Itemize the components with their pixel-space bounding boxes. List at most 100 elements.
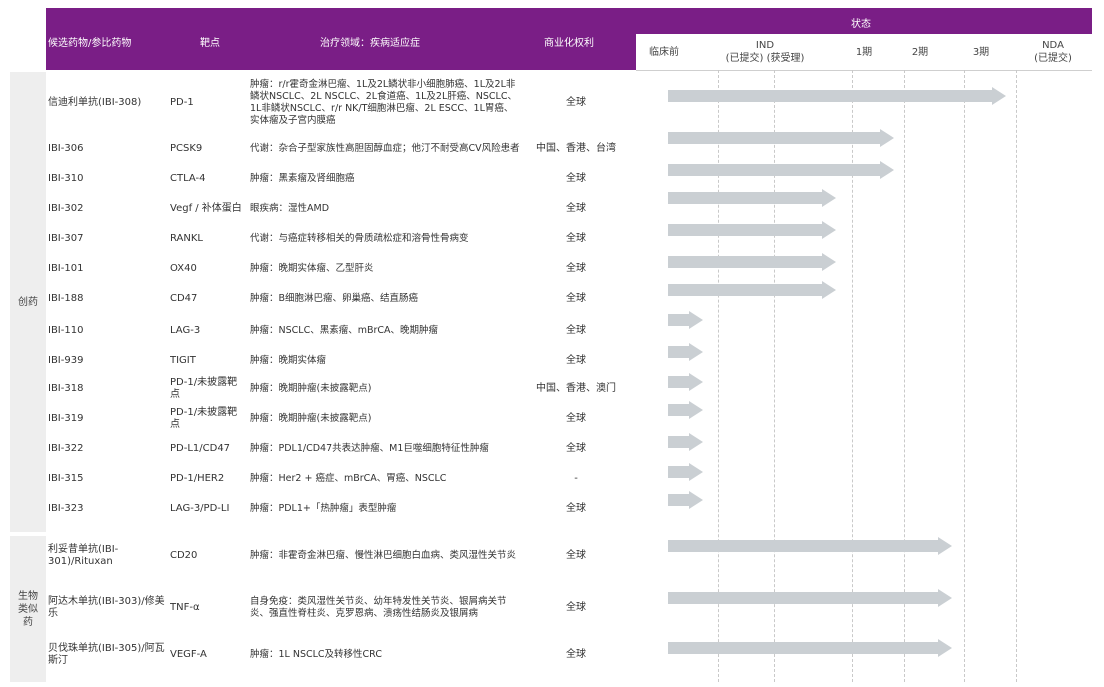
indication-text: 肿瘤：Her2 + 癌症、mBrCA、胃癌、NSCLC [250,473,447,484]
commercial-rights: 全球 [520,638,632,672]
indication: 眼疾病：湿性AMD [250,196,520,222]
drug-name-text: IBI-110 [48,325,84,336]
target-text: PD-1 [170,97,194,108]
drug-name-text: IBI-310 [48,173,84,184]
indication-text: 代谢：与癌症转移相关的骨质疏松症和溶骨性骨病变 [250,233,469,244]
indication-text: 肿瘤：晚期实体瘤、乙型肝炎 [250,263,374,274]
target-text: PD-1/未披露靶点 [170,377,238,400]
indication: 肿瘤：晚期肿瘤(未披露靶点) [250,376,520,402]
stage-label: 2期 [911,46,929,58]
stage-header: 1期 [840,34,888,70]
commercial-rights: 全球 [520,436,632,462]
commercial-rights-text: 全球 [566,325,586,336]
commercial-rights-text: 全球 [566,550,586,561]
drug-name-text: 利妥昔单抗(IBI-301)/Rituxan [48,544,119,567]
table-header-status: 状态 [636,8,1092,34]
header-target: 靶点 [200,38,220,49]
drug-name: IBI-306 [48,136,166,162]
group-label: 创药 [18,296,38,308]
indication-text: 肿瘤：非霍奇金淋巴瘤、慢性淋巴细胞白血病、类风湿性关节炎 [250,550,517,561]
target-text: PD-1/未披露靶点 [170,407,238,430]
target: CD47 [170,286,246,312]
stage-label: NDA [1042,40,1064,51]
drug-name-text: IBI-939 [48,355,84,366]
drug-name-text: IBI-322 [48,443,84,454]
commercial-rights-text: - [574,473,578,484]
drug-name: 贝伐珠单抗(IBI-305)/阿瓦斯汀 [48,638,166,672]
drug-name-text: 信迪利单抗(IBI-308) [48,97,142,108]
target: Vegf / 补体蛋白 [170,196,246,222]
commercial-rights-text: 全球 [566,263,586,274]
commercial-rights: 中国、香港、台湾 [520,136,632,162]
indication: 肿瘤：晚期实体瘤、乙型肝炎 [250,256,520,282]
drug-name: IBI-307 [48,226,166,252]
drug-name: 利妥昔单抗(IBI-301)/Rituxan [48,536,166,576]
stage-sublabel: (已提交) (获受理) [725,53,805,64]
indication-text: 肿瘤：黑素瘤及肾细胞癌 [250,173,355,184]
group-innovative: 创药 [10,72,46,532]
header-area: 治疗领域：疾病适应症 [320,38,420,49]
drug-name-text: 阿达木单抗(IBI-303)/修美乐 [48,596,165,619]
commercial-rights: 全球 [520,166,632,192]
drug-name: IBI-110 [48,318,166,344]
commercial-rights-text: 全球 [566,443,586,454]
commercial-rights: 全球 [520,256,632,282]
target: LAG-3 [170,318,246,344]
target-text: PD-1/HER2 [170,473,225,484]
target: PD-1/HER2 [170,466,246,492]
target: LAG-3/PD-LI [170,496,246,522]
indication-text: 肿瘤：晚期肿瘤(未披露靶点) [250,383,372,394]
indication-text: 肿瘤：B细胞淋巴瘤、卵巢癌、结直肠癌 [250,293,419,304]
drug-name: IBI-323 [48,496,166,522]
target: PD-L1/CD47 [170,436,246,462]
target-text: LAG-3/PD-LI [170,503,230,514]
target-text: LAG-3 [170,325,201,336]
target: TNF-α [170,586,246,630]
drug-name: IBI-939 [48,348,166,374]
target: VEGF-A [170,638,246,672]
commercial-rights: 全球 [520,496,632,522]
stage-divider [718,70,719,682]
indication-text: 自身免疫：类风湿性关节炎、幼年特发性关节炎、银屑病关节炎、强直性脊柱炎、克罗恩病… [250,596,507,619]
target-text: TIGIT [170,355,196,366]
drug-name-text: 贝伐珠单抗(IBI-305)/阿瓦斯汀 [48,643,165,666]
indication: 代谢：与癌症转移相关的骨质疏松症和溶骨性骨病变 [250,226,520,252]
commercial-rights-text: 中国、香港、台湾 [536,143,616,154]
commercial-rights-text: 全球 [566,413,586,424]
indication: 肿瘤：B细胞淋巴瘤、卵巢癌、结直肠癌 [250,286,520,312]
stage-label: IND [755,40,775,51]
indication-text: 肿瘤：晚期肿瘤(未披露靶点) [250,413,372,424]
stage-header: 2期 [890,34,950,70]
drug-name: IBI-315 [48,466,166,492]
target-text: Vegf / 补体蛋白 [170,203,242,214]
indication: 代谢：杂合子型家族性高胆固醇血症；他汀不耐受高CV风险患者 [250,136,520,162]
indication: 肿瘤：非霍奇金淋巴瘤、慢性淋巴细胞白血病、类风湿性关节炎 [250,536,520,576]
commercial-rights: 全球 [520,348,632,374]
drug-name: 阿达木单抗(IBI-303)/修美乐 [48,586,166,630]
stage-label: 临床前 [649,46,679,58]
target: PCSK9 [170,136,246,162]
stage-divider [904,70,905,682]
commercial-rights-text: 全球 [566,355,586,366]
target-text: CD47 [170,293,198,304]
commercial-rights: 全球 [520,196,632,222]
commercial-rights-text: 中国、香港、澳门 [536,383,616,394]
drug-name-text: IBI-318 [48,383,84,394]
target-text: VEGF-A [170,649,207,660]
indication: 肿瘤：Her2 + 癌症、mBrCA、胃癌、NSCLC [250,466,520,492]
commercial-rights-text: 全球 [566,97,586,108]
group-biosimilar: 生物类似药 [10,536,46,682]
drug-name: IBI-319 [48,406,166,432]
group-label: 生物类似药 [18,590,38,628]
commercial-rights: 中国、香港、澳门 [520,376,632,402]
indication: 肿瘤：黑素瘤及肾细胞癌 [250,166,520,192]
stage-divider [774,70,775,682]
indication-text: 肿瘤：晚期实体瘤 [250,355,327,366]
drug-name: IBI-302 [48,196,166,222]
drug-name-text: IBI-319 [48,413,84,424]
stage-divider [1016,70,1017,682]
commercial-rights: 全球 [520,318,632,344]
stage-header: 3期 [950,34,1012,70]
indication: 肿瘤：PDL1+「热肿瘤」表型肿瘤 [250,496,520,522]
drug-name: IBI-310 [48,166,166,192]
